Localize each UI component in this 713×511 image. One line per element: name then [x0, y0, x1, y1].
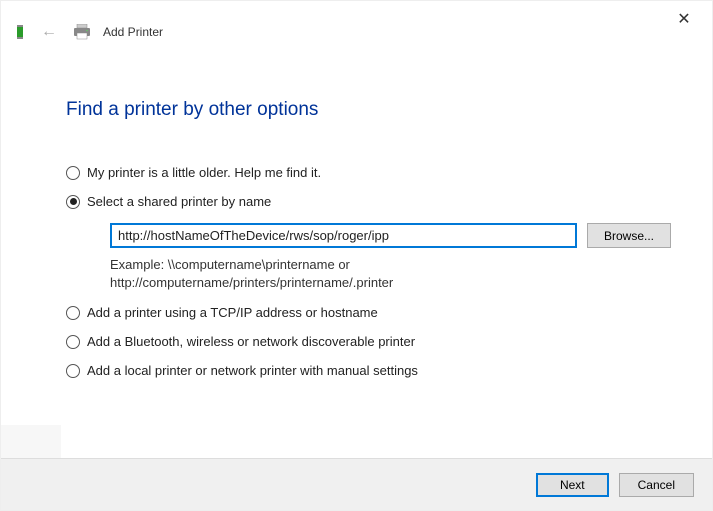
printer-icon — [73, 24, 91, 40]
browse-button[interactable]: Browse... — [587, 223, 671, 248]
header-row: ← Add Printer — [13, 23, 163, 41]
url-input-row: Browse... — [110, 223, 692, 248]
option-label: Select a shared printer by name — [87, 194, 271, 209]
option-label: Add a Bluetooth, wireless or network dis… — [87, 334, 415, 349]
option-bluetooth[interactable]: Add a Bluetooth, wireless or network dis… — [66, 334, 692, 349]
option-label: My printer is a little older. Help me fi… — [87, 165, 321, 180]
window-title: Add Printer — [103, 25, 163, 39]
option-local[interactable]: Add a local printer or network printer w… — [66, 363, 692, 378]
option-older-printer[interactable]: My printer is a little older. Help me fi… — [66, 165, 692, 180]
radio-checked-icon — [66, 195, 80, 209]
radio-unchecked-icon — [66, 364, 80, 378]
back-button[interactable]: ← — [41, 24, 57, 40]
shared-printer-url-input[interactable] — [110, 223, 577, 248]
example-line-1: Example: \\computername\printername or — [110, 256, 692, 274]
footer-bar: Next Cancel — [1, 458, 712, 510]
options-area: My printer is a little older. Help me fi… — [66, 165, 692, 392]
option-label: Add a printer using a TCP/IP address or … — [87, 305, 378, 320]
radio-unchecked-icon — [66, 335, 80, 349]
option-tcpip[interactable]: Add a printer using a TCP/IP address or … — [66, 305, 692, 320]
close-button[interactable]: ✕ — [670, 7, 698, 31]
option-label: Add a local printer or network printer w… — [87, 363, 418, 378]
radio-unchecked-icon — [66, 166, 80, 180]
dialog-window: ✕ ← Add Printer Find a printer by other … — [0, 0, 713, 511]
option-shared-printer[interactable]: Select a shared printer by name — [66, 194, 692, 209]
cancel-button[interactable]: Cancel — [619, 473, 694, 497]
radio-unchecked-icon — [66, 306, 80, 320]
next-button[interactable]: Next — [536, 473, 609, 497]
page-title: Find a printer by other options — [66, 99, 318, 121]
close-icon: ✕ — [677, 9, 690, 29]
example-line-2: http://computername/printers/printername… — [110, 274, 692, 292]
wizard-icon — [13, 23, 27, 41]
example-text: Example: \\computername\printername or h… — [110, 256, 692, 291]
